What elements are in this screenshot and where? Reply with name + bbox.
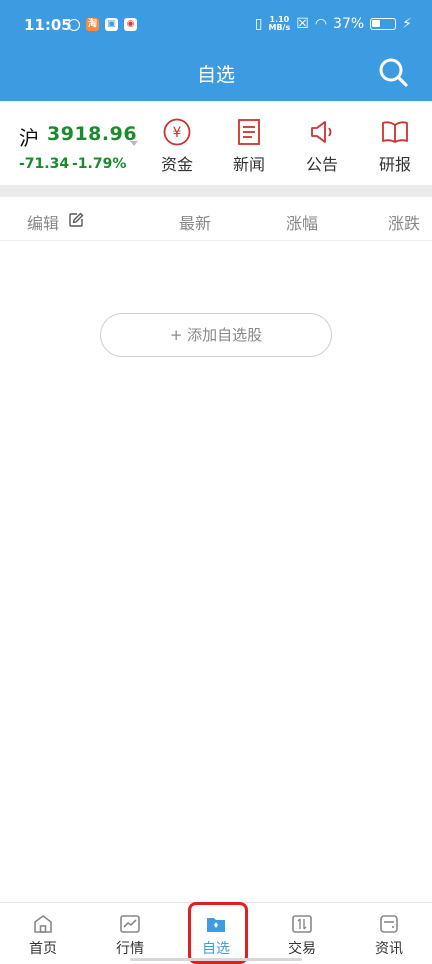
section-divider: [0, 185, 432, 197]
battery-icon: [370, 18, 397, 30]
wifi-icon: ◠: [314, 16, 328, 32]
shortcut-label: 新闻: [232, 155, 265, 174]
shortcut-announcement[interactable]: 公告: [292, 117, 352, 175]
taobao-app-icon: 淘: [86, 18, 99, 31]
status-indicators: ▯ 1.10 MB/s ☒ ◠ 37% ⚡: [254, 16, 412, 33]
info-icon: [380, 915, 398, 933]
network-speed-unit: MB/s: [268, 23, 291, 32]
column-change-percent[interactable]: 涨幅: [286, 210, 318, 234]
tab-news[interactable]: 资讯: [359, 913, 419, 958]
status-time: 11:05: [24, 16, 72, 34]
vibrate-icon: ▯: [254, 16, 263, 32]
tab-label: 首页: [29, 941, 57, 957]
index-change: -71.34: [19, 156, 70, 172]
quote-row: 沪 3918.96 -71.34 -1.79% ¥ 资金 新闻 公告 研报: [0, 101, 432, 185]
edit-button[interactable]: 编辑: [27, 210, 59, 234]
shortcut-fund-flow[interactable]: ¥ 资金: [147, 117, 207, 175]
tab-market[interactable]: 行情: [100, 913, 160, 958]
shortcut-label: 公告: [305, 155, 338, 174]
caret-down-icon[interactable]: [130, 141, 138, 146]
search-button[interactable]: [378, 57, 408, 87]
active-tab-highlight: [188, 902, 248, 964]
index-name: 沪: [19, 126, 39, 150]
tab-label: 资讯: [375, 941, 403, 957]
page-title: 自选: [196, 64, 235, 86]
store-app-icon: ▣: [105, 18, 118, 31]
sync-app-icon: [68, 18, 80, 31]
index-change-percent: -1.79%: [72, 156, 127, 172]
index-value: 3918.96: [47, 123, 138, 145]
status-app-icons: 淘 ▣ ◉: [68, 18, 137, 31]
trade-icon: [292, 915, 312, 933]
edit-icon[interactable]: [68, 212, 84, 228]
open-book-icon: [382, 121, 408, 143]
status-bar: 11:05 淘 ▣ ◉ ▯ 1.10 MB/s ☒ ◠ 37% ⚡: [0, 0, 432, 50]
column-change-amount[interactable]: 涨跌: [388, 210, 420, 234]
home-indicator[interactable]: [130, 958, 302, 961]
news-doc-icon: [238, 119, 260, 145]
sim-off-icon: ☒: [296, 16, 309, 32]
shortcut-research[interactable]: 研报: [365, 117, 425, 175]
tab-home[interactable]: 首页: [13, 913, 73, 958]
shortcut-news[interactable]: 新闻: [219, 117, 279, 175]
home-icon: [34, 915, 52, 933]
search-icon: [379, 58, 408, 87]
add-stock-button[interactable]: + 添加自选股: [100, 313, 332, 357]
shortcut-label: 研报: [378, 155, 411, 174]
charging-icon: ⚡: [402, 16, 412, 32]
megaphone-icon: [311, 121, 332, 143]
battery-percent: 37%: [333, 16, 365, 32]
watchlist-header: 编辑 最新 涨幅 涨跌: [0, 197, 432, 241]
tab-label: 行情: [116, 941, 144, 957]
shortcut-label: 资金: [160, 155, 193, 174]
notification-app-icon: ◉: [124, 18, 137, 31]
column-latest[interactable]: 最新: [179, 210, 211, 234]
tab-trade[interactable]: 交易: [272, 913, 332, 958]
tab-label: 交易: [288, 941, 316, 957]
chart-icon: [120, 915, 140, 933]
yuan-circle-icon: ¥: [163, 118, 191, 146]
network-speed: 1.10 MB/s: [269, 16, 291, 32]
svg-text:¥: ¥: [173, 125, 182, 141]
